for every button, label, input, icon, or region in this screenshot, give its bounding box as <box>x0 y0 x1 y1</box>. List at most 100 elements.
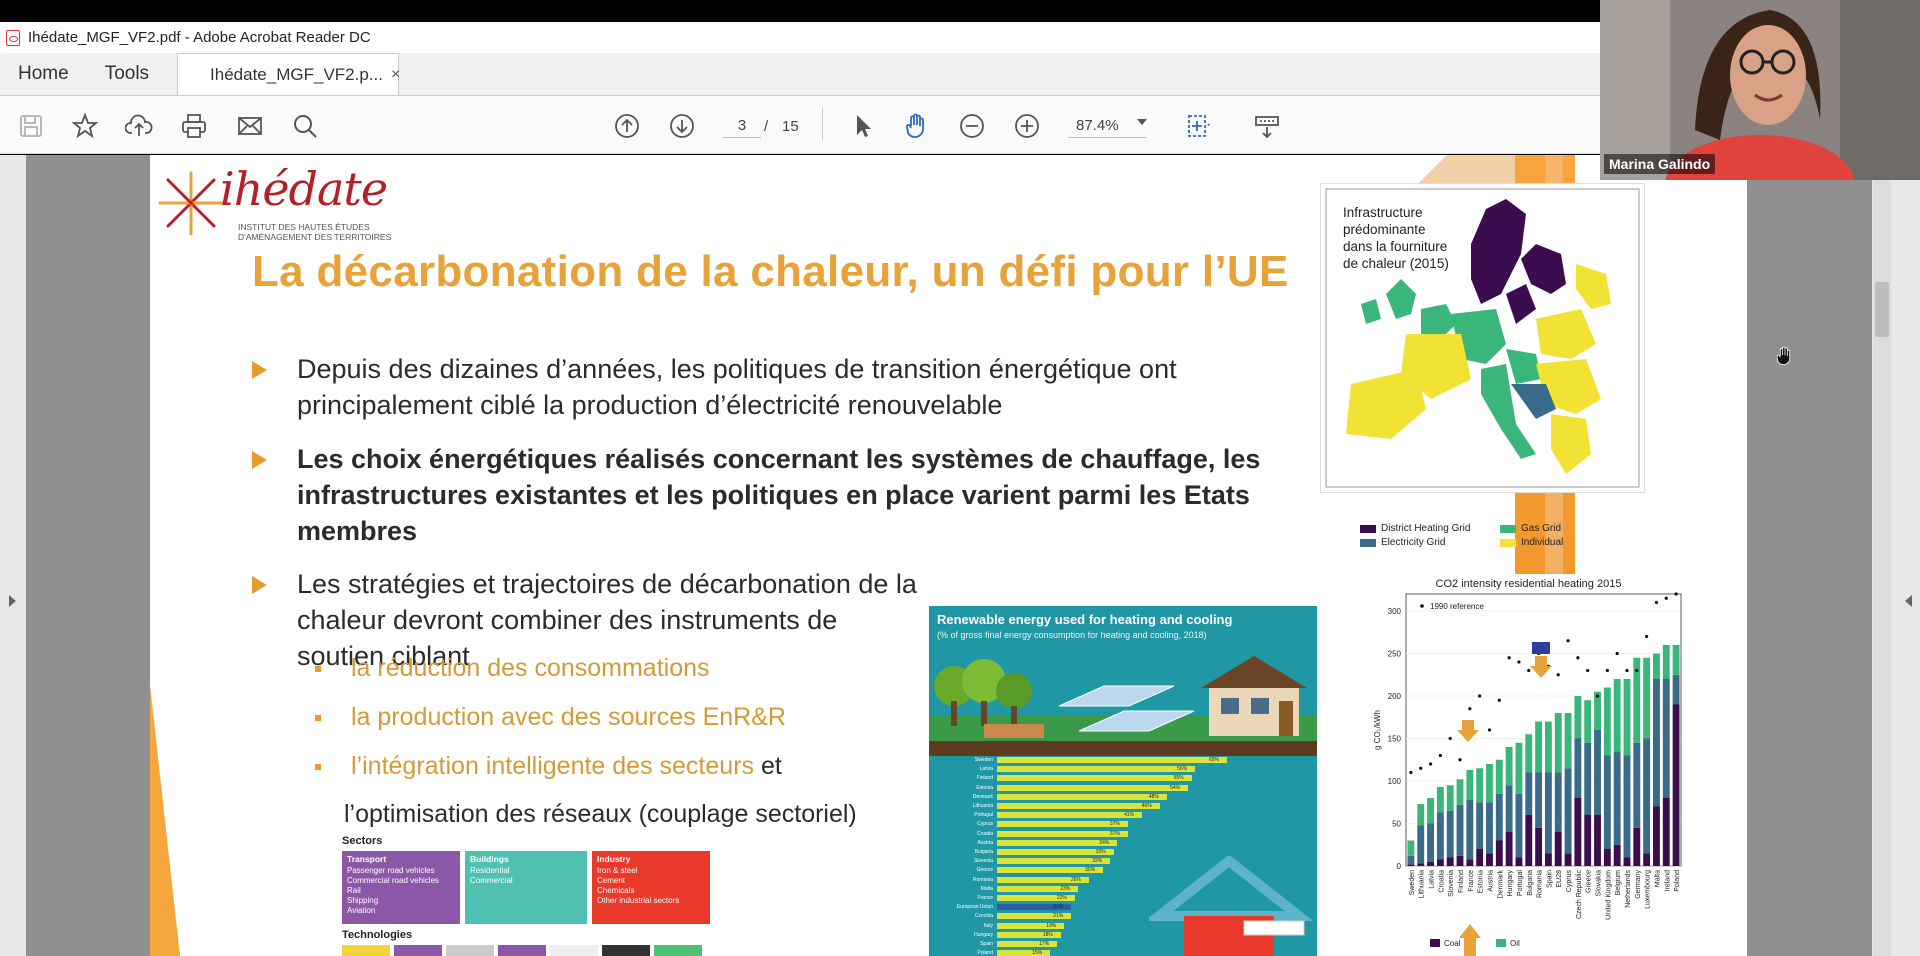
search-icon[interactable] <box>288 109 322 143</box>
bar-segment <box>1544 853 1552 866</box>
infographic-bar-row: Sweden 65% <box>929 756 1317 765</box>
infographic-bar <box>997 775 1192 782</box>
legend-individual: Individual <box>1500 537 1563 548</box>
bar-segment <box>1525 772 1533 815</box>
prev-page-icon[interactable] <box>610 109 644 143</box>
infographic-bar-label: Slovenia <box>973 858 993 865</box>
bullet-1: Depuis des dizaines d’années, les politi… <box>252 351 1347 423</box>
map-title: Infrastructure prédominante dans la four… <box>1343 204 1449 272</box>
bar-segment <box>1515 857 1523 866</box>
bar-segment <box>1633 742 1641 828</box>
infographic-bar-value: 34% <box>1099 839 1110 846</box>
x-tick-label: Netherlands <box>1625 870 1632 908</box>
reference-point <box>1595 694 1600 698</box>
save-icon[interactable] <box>14 109 48 143</box>
bar-segment <box>1476 768 1484 803</box>
bar-segment <box>1584 815 1592 866</box>
zoom-level-input[interactable]: 87.4% <box>1068 114 1146 138</box>
vertical-scrollbar[interactable] <box>1873 155 1891 956</box>
tab-document[interactable]: Ihédate_MGF_VF2.p... × <box>177 53 400 95</box>
eu-heating-map: Infrastructure prédominante dans la four… <box>1320 183 1645 493</box>
bookmark-star-icon[interactable] <box>68 109 102 143</box>
infographic-bar-label: Estonia <box>976 784 993 791</box>
print-icon[interactable] <box>177 109 211 143</box>
x-tick-label: Denmark <box>1497 870 1504 899</box>
sector-title: Industry <box>597 854 631 864</box>
page-number-input[interactable]: 3 <box>723 114 761 138</box>
infographic-bar-value: 65% <box>1209 757 1220 763</box>
tech-chip <box>550 945 598 956</box>
sector-title: Buildings <box>470 854 509 864</box>
x-tick-label: Belgium <box>1615 870 1622 895</box>
zoom-dropdown-caret-icon[interactable] <box>1137 119 1147 125</box>
x-tick-label: EU28 <box>1556 870 1563 888</box>
pdf-page: ihédate INSTITUT DES HAUTES ÉTUDES D'AMÉ… <box>150 155 1747 956</box>
x-tick-label: Poland <box>1674 870 1681 892</box>
upload-icon[interactable] <box>122 109 156 143</box>
bar-segment <box>1436 786 1444 813</box>
reference-point <box>1409 770 1413 775</box>
infographic-bar-value: 56% <box>1177 766 1188 773</box>
bar-segment <box>1505 785 1513 832</box>
scroll-mode-icon[interactable] <box>1250 109 1284 143</box>
bar-segment <box>1554 713 1562 773</box>
bar-segment <box>1672 704 1680 866</box>
bar-segment <box>1613 751 1621 845</box>
bar-segment <box>1525 815 1533 866</box>
subbullet-text: la réduction des consommations <box>351 654 710 682</box>
bullet-triangle-icon <box>252 361 267 379</box>
y-tick-label: 100 <box>1388 777 1402 786</box>
legend-coal-label: Coal <box>1444 939 1461 948</box>
tab-tools[interactable]: Tools <box>87 52 167 95</box>
y-tick-label: 150 <box>1388 735 1402 744</box>
infographic-bar-label: Malta <box>980 885 993 892</box>
tab-home[interactable]: Home <box>0 52 87 95</box>
window-title: Ihédate_MGF_VF2.pdf - Adobe Acrobat Read… <box>28 29 371 46</box>
bullet-triangle-icon <box>252 451 267 469</box>
next-page-icon[interactable] <box>665 109 699 143</box>
zoom-in-icon[interactable] <box>1010 109 1044 143</box>
reference-point <box>1438 753 1442 758</box>
zoom-out-icon[interactable] <box>955 109 989 143</box>
x-tick-label: Romania <box>1537 870 1544 898</box>
infographic-bar-label: Hungary <box>974 931 993 938</box>
infographic-bar-label: Poland <box>977 950 993 956</box>
select-cursor-icon[interactable] <box>846 109 880 143</box>
y-tick-label: 250 <box>1388 650 1402 659</box>
participant-video <box>1600 0 1920 180</box>
infographic-bar-row: Estonia 54% <box>929 784 1317 793</box>
close-tab-icon[interactable]: × <box>391 66 400 84</box>
pdf-file-icon <box>6 29 20 46</box>
infographic-bar-label: Italy <box>983 922 993 929</box>
infographic-bar-label: Czechia <box>974 913 993 920</box>
scrollbar-thumb[interactable] <box>1875 282 1889 337</box>
logo-subtitle: INSTITUT DES HAUTES ÉTUDES D'AMÉNAGEMENT… <box>238 222 398 242</box>
legend-oil-label: Oil <box>1510 939 1520 948</box>
left-panel-toggle[interactable] <box>0 155 26 956</box>
infographic-bar-value: 37% <box>1109 830 1120 837</box>
bar-segment <box>1446 785 1454 811</box>
x-tick-label: France <box>1468 870 1475 892</box>
bar-segment <box>1662 645 1670 679</box>
slide-title: La décarbonation de la chaleur, un défi … <box>252 247 1289 296</box>
bar-segment <box>1672 645 1680 675</box>
subbullet-tail: et <box>754 752 782 780</box>
reference-point <box>1586 668 1590 673</box>
bar-segment <box>1564 768 1572 854</box>
fit-page-icon[interactable] <box>1182 109 1216 143</box>
infographic-subtitle: (% of gross final energy consumption for… <box>937 630 1207 640</box>
reference-legend-label: 1990 reference <box>1430 602 1484 611</box>
hand-cursor-icon <box>1776 346 1791 366</box>
x-tick-label: Czech Republic <box>1576 870 1583 920</box>
tech-chip <box>394 945 442 956</box>
expand-right-icon[interactable] <box>1905 595 1912 607</box>
infographic-bar-value: 32% <box>1092 858 1103 865</box>
email-icon[interactable] <box>233 109 267 143</box>
sector-item: Residential <box>470 866 510 875</box>
subbullet-square-icon <box>315 764 321 770</box>
hand-tool-icon[interactable] <box>900 109 934 143</box>
bar-segment <box>1584 700 1592 743</box>
infographic-bar-value: 46% <box>1141 803 1152 809</box>
sector-item: Aviation <box>347 906 376 915</box>
expand-left-icon[interactable] <box>9 595 16 607</box>
